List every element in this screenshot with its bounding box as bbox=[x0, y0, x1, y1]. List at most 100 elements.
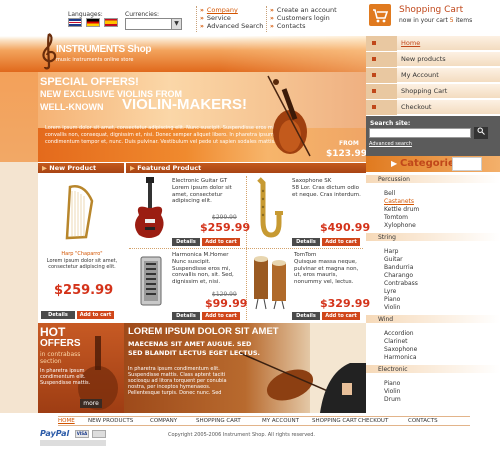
tomtom-image[interactable] bbox=[250, 253, 290, 311]
link-advanced-search[interactable]: » Advanced Search bbox=[200, 23, 263, 31]
product-title[interactable]: Electronic Guitar GT bbox=[172, 178, 244, 185]
category-group-wind[interactable]: Wind bbox=[378, 316, 393, 323]
link-company[interactable]: » Company bbox=[200, 7, 238, 15]
hot-body: In pharetra ipsum condimentum elit. Susp… bbox=[40, 368, 91, 386]
add-to-cart-button[interactable]: Add to cart bbox=[202, 312, 240, 320]
product-title[interactable]: TomTom bbox=[294, 252, 364, 259]
nav-checkout[interactable]: Checkout bbox=[366, 100, 500, 115]
add-to-cart-button[interactable]: Add to cart bbox=[322, 312, 360, 320]
bullet-icon bbox=[372, 41, 376, 45]
category-item-piano[interactable]: Piano bbox=[384, 296, 400, 303]
details-button[interactable]: Details bbox=[172, 238, 200, 246]
violin-image bbox=[267, 75, 311, 157]
search-input[interactable] bbox=[369, 128, 471, 138]
footer-link-new-products[interactable]: NEW PRODUCTS bbox=[88, 418, 133, 424]
languages-label: Languages: bbox=[68, 11, 103, 18]
guitar-image[interactable] bbox=[131, 177, 169, 241]
link-create-account[interactable]: » Create an account bbox=[270, 7, 337, 15]
nav-shopping-cart[interactable]: Shopping Cart bbox=[366, 84, 500, 99]
nav-my-account[interactable]: My Account bbox=[366, 68, 500, 83]
link-customers-login[interactable]: » Customers login bbox=[270, 15, 330, 23]
details-button[interactable]: Details bbox=[172, 312, 200, 320]
category-group-electronic[interactable]: Electronic bbox=[378, 366, 408, 373]
footer-link-checkout[interactable]: CHECKOUT bbox=[358, 418, 388, 424]
category-item-xylophone[interactable]: Xylophone bbox=[384, 222, 416, 229]
category-item-charango[interactable]: Charango bbox=[384, 272, 413, 279]
category-item-bell[interactable]: Bell bbox=[384, 190, 395, 197]
product-title[interactable]: Harmonica M.Homer bbox=[172, 252, 244, 259]
category-item-castanets[interactable]: Castanets bbox=[384, 198, 414, 205]
category-item-violin[interactable]: Violin bbox=[384, 304, 400, 311]
category-item-bandurria[interactable]: Bandurria bbox=[384, 264, 413, 271]
details-button[interactable]: Details bbox=[41, 311, 75, 319]
hot-line1: HOT bbox=[40, 325, 66, 339]
flag-german[interactable] bbox=[86, 18, 100, 27]
arrow-right-icon: ▶ bbox=[130, 164, 135, 172]
category-item-clarinet[interactable]: Clarinet bbox=[384, 338, 408, 345]
category-item-accordion[interactable]: Accordion bbox=[384, 330, 414, 337]
product-price: $259.99 bbox=[200, 221, 251, 234]
card-logo bbox=[92, 430, 106, 438]
featured-product-header: ▶ Featured Product bbox=[126, 163, 366, 173]
product-desc: Quisque massa neque, pulvinar et magna n… bbox=[294, 259, 359, 285]
flag-spanish[interactable] bbox=[104, 18, 118, 27]
category-item-saxophone[interactable]: Saxophone bbox=[384, 346, 417, 353]
saxophone-image[interactable] bbox=[249, 177, 283, 241]
page: { "colors":{"accent":"#d35400","brand_or… bbox=[0, 0, 500, 456]
product-desc: Nunc suscipit. Suspendisse eros mi, conv… bbox=[172, 259, 234, 285]
promo-sub2: SED BLANDIT LECTUS EGET LECTUS. bbox=[128, 349, 260, 357]
search-button[interactable] bbox=[474, 127, 488, 139]
details-button[interactable]: Details bbox=[292, 238, 320, 246]
bullet-icon bbox=[372, 89, 376, 93]
banner-line4: VIOLIN-MAKERS! bbox=[122, 96, 247, 113]
category-item-violin[interactable]: Violin bbox=[384, 388, 400, 395]
footer-link-home[interactable]: HOME bbox=[58, 418, 75, 424]
product-title[interactable]: Saxophone SK bbox=[292, 178, 364, 185]
add-to-cart-button[interactable]: Add to cart bbox=[322, 238, 360, 246]
flag-english[interactable] bbox=[68, 18, 82, 27]
new-product-title[interactable]: Harp "Chaparro" bbox=[43, 251, 121, 257]
footer-link-my-account[interactable]: MY ACCOUNT bbox=[262, 418, 299, 424]
harmonica-image[interactable] bbox=[135, 253, 167, 309]
harp-image[interactable] bbox=[62, 183, 96, 241]
footer-link-shopping-cart[interactable]: SHOPPING CART bbox=[312, 418, 357, 424]
product-price: $329.99 bbox=[320, 297, 371, 310]
category-group-percussion[interactable]: Percussion bbox=[378, 176, 410, 183]
details-button[interactable]: Details bbox=[292, 312, 320, 320]
category-item-piano[interactable]: Piano bbox=[384, 380, 400, 387]
banner-line1: SPECIAL OFFERS! bbox=[40, 76, 139, 88]
product-price: $99.99 bbox=[205, 297, 248, 310]
arrow-right-icon: ▶ bbox=[42, 164, 47, 172]
advanced-search-link[interactable]: Advanced search bbox=[369, 141, 412, 147]
footer-link-shopping-cart[interactable]: SHOPPING CART bbox=[196, 418, 241, 424]
footer-link-contacts[interactable]: CONTACTS bbox=[408, 418, 438, 424]
cart-icon bbox=[369, 4, 391, 26]
category-item-harmonica[interactable]: Harmonica bbox=[384, 354, 417, 361]
nav-new-products[interactable]: New products bbox=[366, 52, 500, 67]
category-item-guitar[interactable]: Guitar bbox=[384, 256, 403, 263]
nav-home[interactable]: Home bbox=[366, 36, 500, 51]
add-to-cart-button[interactable]: Add to cart bbox=[202, 238, 240, 246]
sheet-music-icon bbox=[452, 157, 482, 171]
footer-link-company[interactable]: COMPANY bbox=[150, 418, 177, 424]
add-to-cart-button[interactable]: Add to cart bbox=[77, 311, 114, 319]
promo-body: In pharetra ipsum condimentum elit. Susp… bbox=[128, 366, 227, 396]
category-item-lyre[interactable]: Lyre bbox=[384, 288, 396, 295]
category-item-drum[interactable]: Drum bbox=[384, 396, 401, 403]
logo-name[interactable]: INSTRUMENTS Shop bbox=[56, 44, 152, 55]
currency-select[interactable]: ▼ bbox=[125, 18, 182, 30]
category-item-tomtom[interactable]: Tomtom bbox=[384, 214, 408, 221]
more-button[interactable]: more bbox=[80, 399, 102, 408]
search-icon bbox=[477, 127, 485, 135]
category-group-string[interactable]: String bbox=[378, 234, 396, 241]
link-service[interactable]: » Service bbox=[200, 15, 231, 23]
new-product-desc: Lorem ipsum dolor sit amet, consectetur … bbox=[46, 258, 118, 270]
search-label: Search site: bbox=[370, 120, 411, 127]
promo-sub1: MAECENAS SIT AMET AUGUE. SED bbox=[128, 340, 252, 348]
category-item-contrabass[interactable]: Contrabass bbox=[384, 280, 418, 287]
cart-title: Shopping Cart bbox=[399, 5, 464, 15]
category-item-kettle-drum[interactable]: Kettle drum bbox=[384, 206, 419, 213]
link-contacts[interactable]: » Contacts bbox=[270, 23, 306, 31]
category-item-harp[interactable]: Harp bbox=[384, 248, 398, 255]
paypal-logo: PayPal bbox=[40, 429, 70, 438]
